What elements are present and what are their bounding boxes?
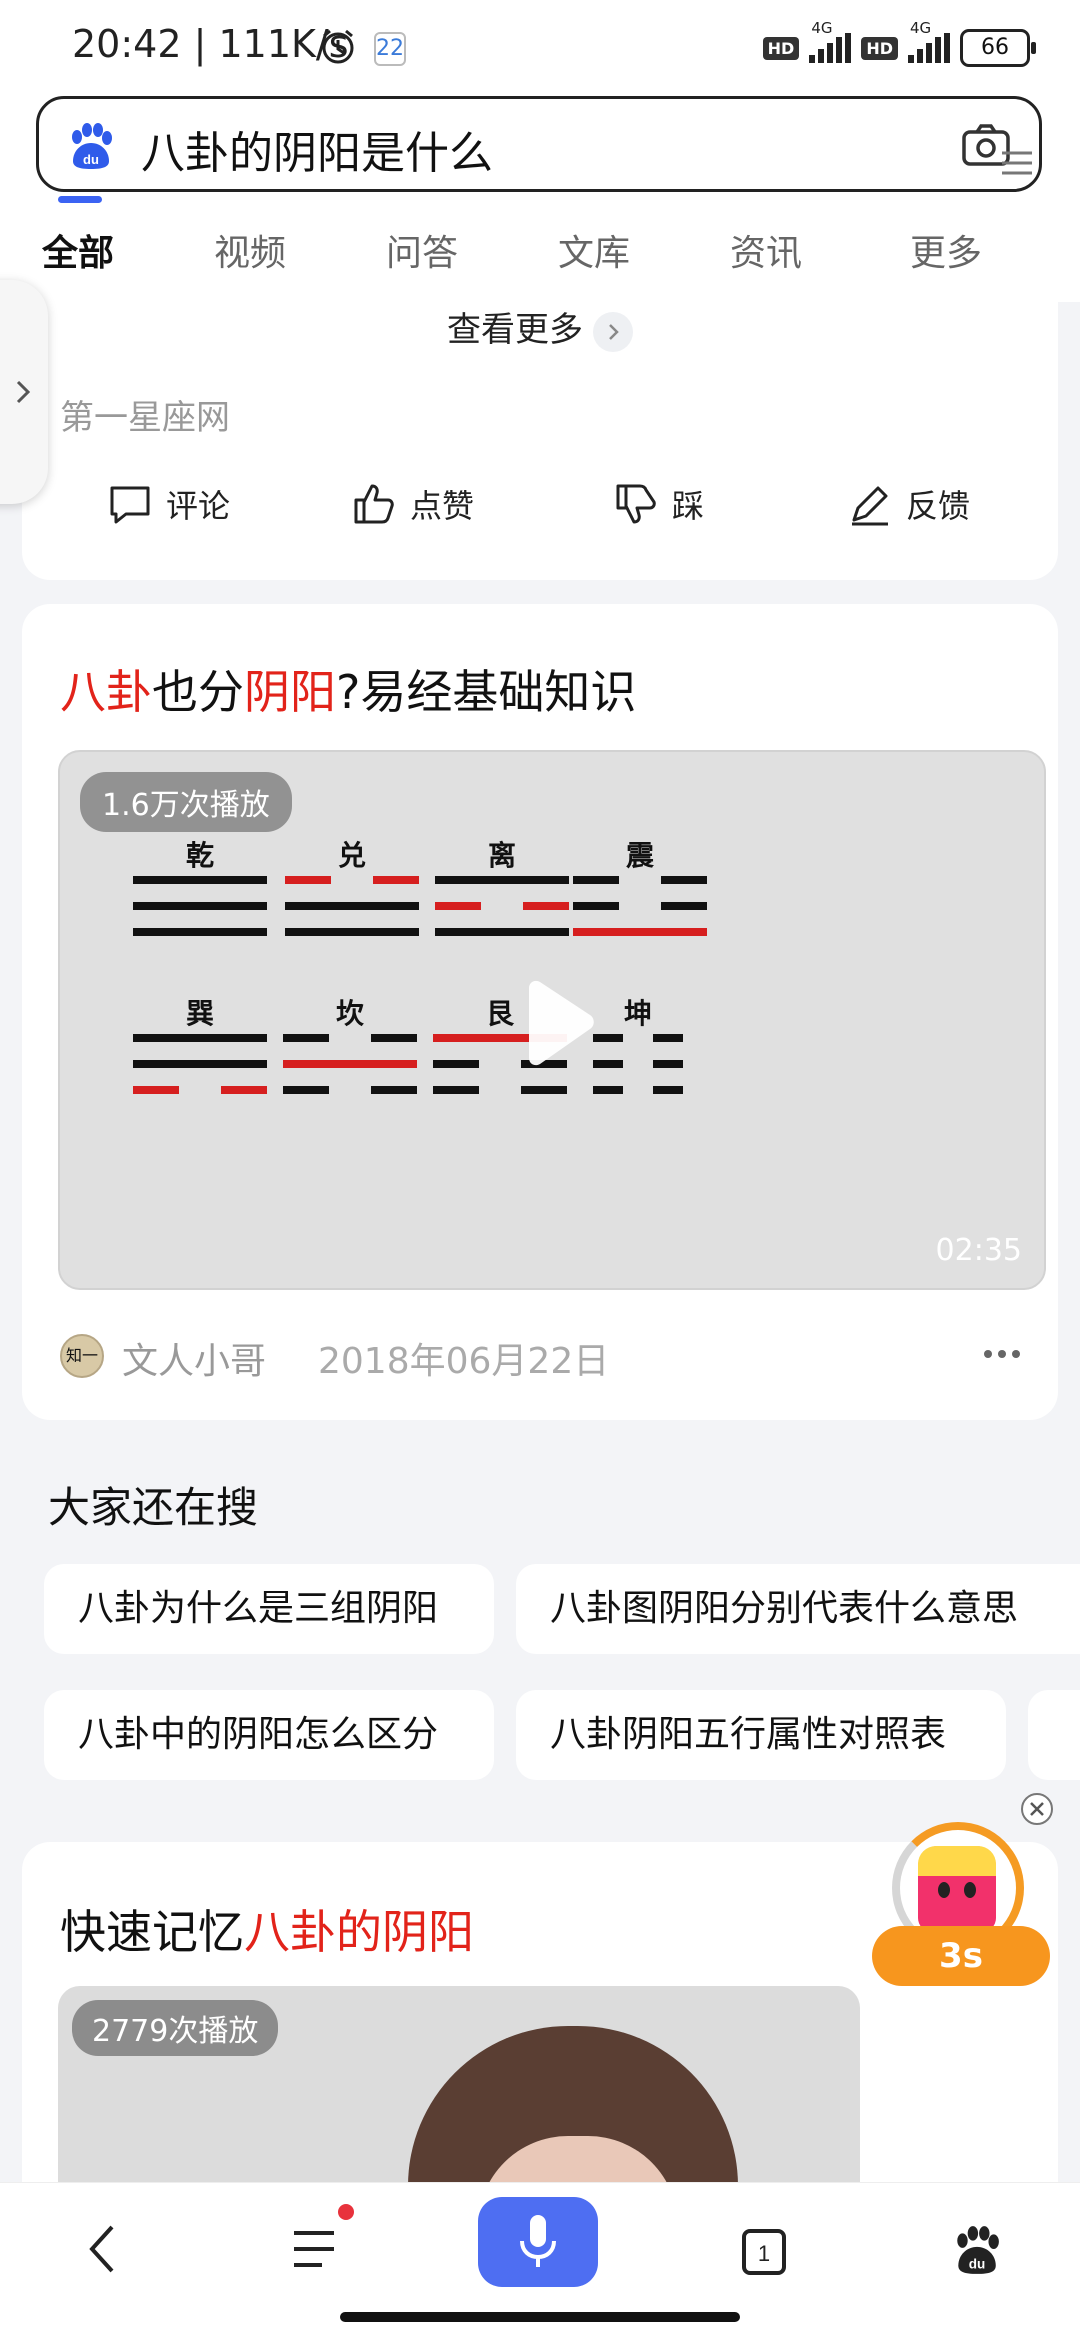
chevron-right-icon: [593, 311, 633, 352]
dislike-button[interactable]: 踩: [612, 480, 704, 528]
trigram-dui: 兑: [272, 834, 432, 954]
video-title[interactable]: 快速记忆八卦的阴阳: [60, 1896, 474, 1962]
more-options-icon[interactable]: [984, 1350, 1020, 1358]
svg-text:du: du: [969, 2257, 986, 2272]
related-search-chip[interactable]: 八卦为什么是三组阴阳: [44, 1564, 494, 1654]
tab-qa[interactable]: 问答: [386, 224, 458, 276]
hd-icon: HD: [861, 36, 898, 60]
tab-more[interactable]: 更多: [910, 224, 982, 276]
menu-icon[interactable]: [290, 2225, 338, 2273]
thumbs-down-icon: [616, 484, 656, 524]
microphone-icon: [520, 2215, 556, 2267]
play-icon[interactable]: [515, 978, 599, 1068]
trigram-zhen: 震: [560, 834, 720, 954]
search-tabs: 全部 视频 问答 文库 资讯 更多: [0, 224, 1080, 302]
video-thumbnail[interactable]: 1.6万次播放 乾 兑 离 震 巽 坎 艮 坤 02:35: [58, 750, 1046, 1290]
mascot-icon[interactable]: [918, 1846, 996, 1932]
tab-library[interactable]: 文库: [558, 224, 630, 276]
menu-lines-icon[interactable]: [1000, 150, 1034, 176]
video-duration: 02:35: [935, 1233, 1022, 1268]
notification-dot: [338, 2204, 354, 2220]
view-count-badge: 1.6万次播放: [80, 772, 292, 832]
related-search-chip[interactable]: 八卦图阴阳分别代表什么意思: [516, 1564, 1080, 1654]
alarm-icon: [322, 29, 354, 64]
search-input[interactable]: du 八卦的阴阳是什么: [36, 96, 1042, 192]
tabs-count-icon[interactable]: 1: [740, 2227, 788, 2277]
video-result-card[interactable]: 八卦也分阴阳?易经基础知识 1.6万次播放 乾 兑 离 震 巽 坎 艮 坤 02…: [22, 604, 1058, 1420]
like-button[interactable]: 点赞: [350, 480, 474, 528]
search-header: du 八卦的阴阳是什么 全部 视频 问答 文库 资讯 更多: [0, 96, 1080, 302]
signal-icon: 4G: [809, 19, 852, 63]
svg-text:du: du: [83, 152, 99, 167]
publish-date: 2018年06月22日: [318, 1341, 610, 1382]
chevron-right-icon: [16, 380, 31, 404]
tab-video[interactable]: 视频: [214, 224, 286, 276]
reward-countdown[interactable]: 3s: [872, 1926, 1050, 1986]
trigram-li: 离: [422, 834, 582, 954]
side-drawer-handle[interactable]: [0, 280, 48, 504]
author-avatar[interactable]: 知一: [60, 1334, 104, 1378]
baidu-home-icon[interactable]: du: [950, 2223, 1002, 2277]
thumbs-up-icon: [354, 484, 394, 524]
trigram-qian: 乾: [120, 834, 280, 954]
back-icon[interactable]: [82, 2221, 122, 2277]
hd-icon: HD: [762, 36, 800, 60]
view-count-badge: 2779次播放: [72, 2000, 279, 2056]
tab-indicator: [58, 196, 102, 203]
tab-news[interactable]: 资讯: [730, 224, 802, 276]
author-name[interactable]: 文人小哥: [122, 1332, 266, 1384]
status-time: 20:42 | 111K/s: [72, 22, 349, 66]
related-searches-title: 大家还在搜: [48, 1483, 259, 1532]
status-right: HD 4G HD 4G 66: [762, 19, 1036, 68]
result-actions: 评论 点赞 踩 反馈: [22, 480, 1058, 540]
battery-icon: 66: [960, 29, 1036, 67]
tab-all[interactable]: 全部: [42, 224, 114, 276]
related-search-chip[interactable]: 八卦中的阴阳怎么区分: [44, 1690, 494, 1780]
result-source[interactable]: 第一星座网: [60, 390, 230, 439]
signal-icon: 4G: [908, 19, 950, 63]
home-indicator[interactable]: [340, 2312, 740, 2322]
see-more-button[interactable]: 查看更多: [22, 302, 1058, 352]
voice-search-button[interactable]: [478, 2197, 598, 2287]
pen-icon: [852, 486, 888, 526]
related-search-chip-overflow[interactable]: [1028, 1690, 1080, 1780]
result-card-1: 查看更多 第一星座网 评论 点赞 踩 反馈: [22, 302, 1058, 580]
trigram-kan: 坎: [270, 992, 430, 1112]
related-search-chip[interactable]: 八卦阴阳五行属性对照表: [516, 1690, 1006, 1780]
feedback-button[interactable]: 反馈: [846, 480, 970, 528]
comment-icon: [110, 486, 150, 524]
calendar-icon: 22: [374, 32, 406, 66]
video-meta: 知一 文人小哥 2018年06月22日: [60, 1332, 1020, 1382]
close-icon[interactable]: [1020, 1792, 1054, 1826]
svg-text:1: 1: [758, 2241, 770, 2266]
video-title[interactable]: 八卦也分阴阳?易经基础知识: [60, 656, 636, 722]
trigram-xun: 巽: [120, 992, 280, 1112]
baidu-paw-icon: du: [72, 123, 112, 169]
search-query: 八卦的阴阳是什么: [141, 128, 493, 179]
status-bar: 20:42 | 111K/s 22 HD 4G HD 4G 66: [0, 0, 1080, 96]
comment-button[interactable]: 评论: [106, 480, 230, 528]
